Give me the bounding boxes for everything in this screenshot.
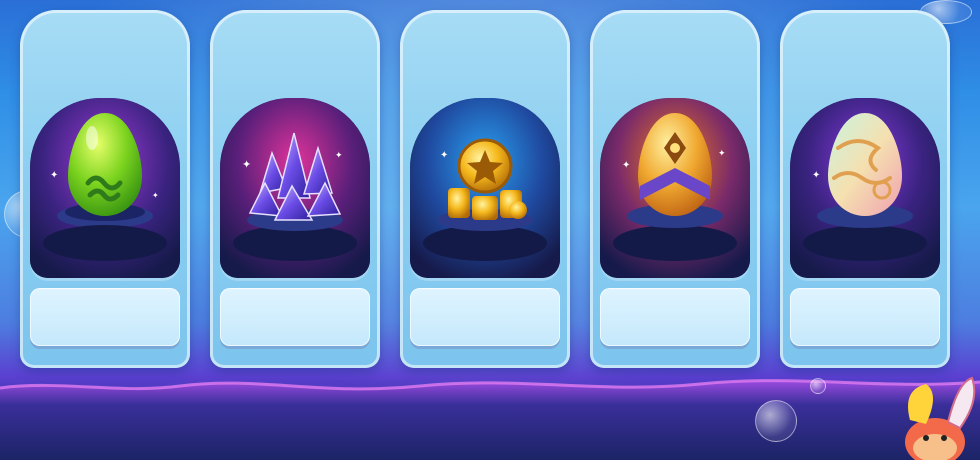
gold-coins-icon: ✦ xyxy=(410,98,560,278)
green-egg-icon: ✦ ✦ xyxy=(30,98,180,278)
reward-frame: ✦ ✦ xyxy=(220,98,370,278)
svg-text:✦: ✦ xyxy=(812,170,820,181)
svg-text:✦: ✦ xyxy=(242,158,251,171)
reward-label-slot xyxy=(600,288,750,346)
reward-frame: ✦ xyxy=(410,98,560,278)
svg-text:✦: ✦ xyxy=(718,149,726,159)
reward-card-2[interactable]: ✦ ✦ xyxy=(210,10,380,368)
mascot-creature-icon xyxy=(905,376,976,460)
svg-text:✦: ✦ xyxy=(440,150,448,161)
reward-label-slot xyxy=(790,288,940,346)
reward-card-5[interactable]: ✦ xyxy=(780,10,950,368)
pastel-egg-icon: ✦ xyxy=(790,98,940,278)
reward-card-3[interactable]: ✦ xyxy=(400,10,570,368)
svg-text:✦: ✦ xyxy=(152,191,159,200)
svg-text:✦: ✦ xyxy=(50,170,58,181)
reward-frame: ✦ ✦ xyxy=(600,98,750,278)
reward-card-4[interactable]: ✦ ✦ xyxy=(590,10,760,368)
golden-egg-icon: ✦ ✦ xyxy=(600,98,750,278)
reward-card-1[interactable]: ✦ ✦ xyxy=(20,10,190,368)
reward-frame: ✦ xyxy=(790,98,940,278)
purple-crystals-icon: ✦ ✦ xyxy=(220,98,370,278)
reward-label-slot xyxy=(30,288,180,346)
reward-label-slot xyxy=(410,288,560,346)
svg-text:✦: ✦ xyxy=(335,151,343,161)
reward-frame: ✦ ✦ xyxy=(30,98,180,278)
reward-cards: ✦ ✦ ✦ ✦ ✦ ✦ ✦ ✦ xyxy=(0,0,980,460)
reward-label-slot xyxy=(220,288,370,346)
svg-text:✦: ✦ xyxy=(622,160,630,171)
